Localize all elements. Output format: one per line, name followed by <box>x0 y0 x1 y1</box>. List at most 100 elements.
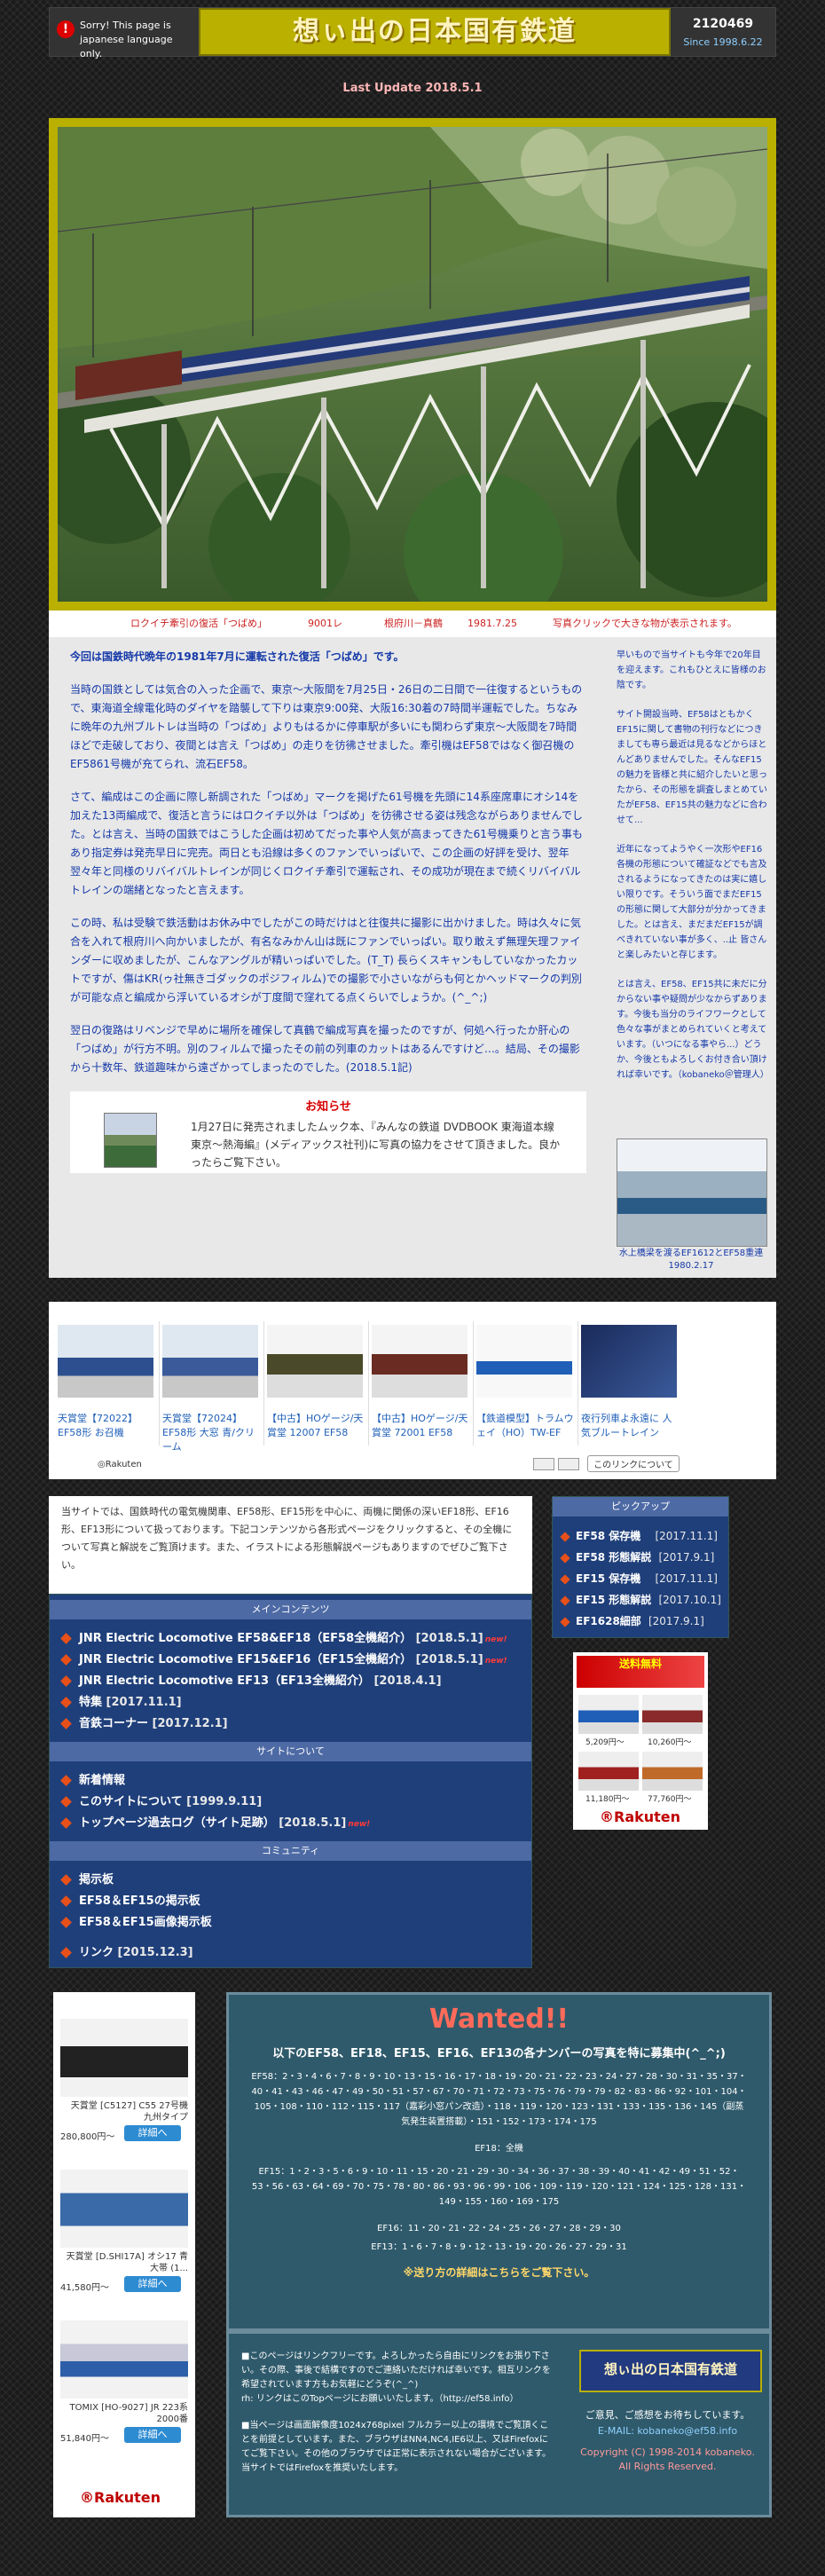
menu-item-about[interactable]: このサイトについて [1999.9.11] <box>60 1793 263 1811</box>
free-shipping-banner: 送料無料 <box>577 1656 704 1688</box>
prev-button[interactable] <box>533 1457 554 1470</box>
product-label: 夜行列車よ永遠に 人気ブルートレイン <box>581 1413 672 1438</box>
pickup-date: [2017.9.1] <box>648 1615 704 1627</box>
menu-item-sound[interactable]: 音鉄コーナー [2017.12.1] <box>60 1715 228 1733</box>
diamond-icon <box>60 1947 72 1958</box>
product-label: 【中古】HOゲージ/天賞堂 12007 EF58 <box>267 1413 364 1438</box>
side-paragraph: 近年になってようやく一次形やEF16各機の形態について確証などでも言及されるよう… <box>617 845 767 960</box>
diamond-icon <box>560 1573 570 1585</box>
pickup-item[interactable]: EF58 保存機 [2017.11.1] <box>560 1527 718 1545</box>
next-button[interactable] <box>558 1457 579 1470</box>
details-button[interactable]: 詳細へ <box>124 2125 181 2141</box>
link-url-text: rh: リンクはこのTopページにお願いいたします。（http://ef58.i… <box>241 2394 519 2404</box>
caption-place: 根府川－真鶴 <box>384 618 443 629</box>
ad-product-image <box>642 1695 703 1734</box>
product-item[interactable]: 天賞堂【72022】EF58形 お召機 <box>54 1321 160 1446</box>
menu-item-date: [2017.11.1] <box>106 1696 182 1709</box>
product-item[interactable]: 【鉄道模型】トラムウェイ（HO）TW-EF <box>473 1321 578 1446</box>
main-photo[interactable] <box>58 127 767 602</box>
pickup-item[interactable]: EF1628細部 [2017.9.1] <box>560 1612 704 1630</box>
diamond-icon <box>60 1775 72 1786</box>
menu-item-label: EF58＆EF15の掲示板 <box>79 1895 200 1908</box>
wanted-send-info-link[interactable]: ※送り方の詳細はこちらをご覧下さい。 <box>229 2265 769 2280</box>
diamond-icon <box>60 1796 72 1808</box>
ad-price: 41,580円～ <box>60 2283 109 2293</box>
footer-logo[interactable]: 想ぃ出の日本国有鉄道 <box>579 2350 762 2392</box>
pickup-label: EF15 形態解説 <box>576 1594 652 1606</box>
community-heading: コミュニティ <box>50 1841 531 1861</box>
pickup-item[interactable]: EF58 形態解説 [2017.9.1] <box>560 1548 714 1566</box>
menu-item-bbs[interactable]: 掲示板 <box>60 1871 114 1889</box>
details-button[interactable]: 詳細へ <box>124 2276 181 2292</box>
link-free-note: ■このページはリンクフリーです。よろしかったら自由にリンクをお張り下さい。その際… <box>241 2350 554 2407</box>
side-message-panel: 早いもので当サイトも今年で20年目を迎えます。これもひとえに皆様のお陰です。 サ… <box>608 637 776 1278</box>
pickup-item[interactable]: EF15 保存機 [2017.11.1] <box>560 1570 718 1587</box>
menu-item-ef15[interactable]: JNR Electric Locomotive EF15&EF16（EF15全機… <box>60 1651 507 1670</box>
product-image <box>476 1325 572 1398</box>
rights: All Rights Reserved. <box>618 2461 717 2472</box>
rakuten-ad-left[interactable]: 天賞堂 [C5127] C55 27号機 九州タイプ 280,800円～ 詳細へ… <box>53 1992 195 2517</box>
article-paragraph: 翌日の復路はリベンジで早めに場所を確保して真鶴で編成写真を撮ったのですが、何処へ… <box>70 1024 580 1074</box>
pickup-item[interactable]: EF15 形態解説 [2017.10.1] <box>560 1591 721 1609</box>
menu-item-ef58-bbs[interactable]: EF58＆EF15の掲示板 <box>60 1893 200 1910</box>
menu-item-links[interactable]: リンク [2015.12.3] <box>60 1944 193 1962</box>
menu-item-image-bbs[interactable]: EF58＆EF15画像掲示板 <box>60 1914 212 1932</box>
rakuten-logo: ®Rakuten <box>600 1808 681 1825</box>
menu-item-date: [2018.4.1] <box>373 1674 442 1688</box>
since-date: Since 1998.6.22 <box>683 36 763 48</box>
book-thumbnail[interactable] <box>104 1113 157 1168</box>
photo-caption: ロクイチ牽引の復活「つばめ」 9001レ 根府川－真鶴 1981.7.25 写真… <box>49 611 776 637</box>
pickup-date: [2017.11.1] <box>655 1530 718 1542</box>
ad-item[interactable]: 天賞堂 [C5127] C55 27号機 九州タイプ 280,800円～ 詳細へ <box>60 2019 188 2142</box>
details-button[interactable]: 詳細へ <box>124 2427 181 2443</box>
product-item[interactable]: 【中古】HOゲージ/天賞堂 72001 EF58 <box>368 1321 474 1446</box>
ad-product-image <box>60 2320 188 2399</box>
wanted-ef58-list: EF58：2・3・4・6・7・8・9・10・13・15・16・17・18・19・… <box>251 2072 747 2127</box>
menu-item-ef13[interactable]: JNR Electric Locomotive EF13（EF13全機紹介） [… <box>60 1673 442 1690</box>
side-photo-caption: 水上橋梁を渡るEF1612とEF58重連 1980.2.17 <box>618 1249 764 1271</box>
about-link-button[interactable]: このリンクについて <box>587 1455 680 1472</box>
ad-item[interactable]: 天賞堂 [D.SHI17A] オシ17 青大帯 (1... 41,580円～ 詳… <box>60 2170 188 2293</box>
product-label: 【鉄道模型】トラムウェイ（HO）TW-EF <box>476 1413 574 1438</box>
menu-item-label: このサイトについて <box>79 1795 183 1808</box>
diamond-icon <box>60 1633 72 1644</box>
news-heading: お知らせ <box>305 1100 351 1114</box>
email-link[interactable]: E-MAIL: kobaneko@ef58.info <box>563 2424 772 2438</box>
product-item[interactable]: 天賞堂【72024】EF58形 大窓 青/クリーム <box>159 1321 264 1453</box>
menu-item-special[interactable]: 特集 [2017.11.1] <box>60 1694 182 1712</box>
new-badge: new! <box>484 1635 507 1644</box>
diamond-icon <box>60 1817 72 1829</box>
menu-item-date: [2018.5.1] <box>279 1816 347 1830</box>
diamond-icon <box>560 1531 570 1542</box>
rakuten-ad-right[interactable]: 送料無料 5,209円～ 10,260円～ 11,180円～ 77,760円～ … <box>573 1652 708 1830</box>
caption-train: ロクイチ牽引の復活「つばめ」 <box>130 618 267 629</box>
wanted-box: Wanted!! 以下のEF58、EF18、EF15、EF16、EF13の各ナン… <box>226 1992 772 2331</box>
footer-contact: 想ぃ出の日本国有鉄道 ご意見、ご感想をお待ちしています。 E-MAIL: kob… <box>563 2331 772 2517</box>
counter-value: 2120469 <box>692 17 754 31</box>
access-counter: 2120469 Since 1998.6.22 <box>671 8 775 56</box>
news-text: 1月27日に発売されましたムック本、『みんなの鉄道 DVDBOOK 東海道本線 … <box>191 1121 561 1169</box>
menu-item-date: [1999.9.11] <box>186 1795 263 1808</box>
rakuten-logo[interactable]: ◎Rakuten <box>98 1460 142 1469</box>
language-notice: ! Sorry! This page is japanese language … <box>50 8 199 59</box>
menu-item-whats-new[interactable]: 新着情報 <box>60 1772 125 1790</box>
menu-item-date: [2018.5.1] <box>415 1653 483 1666</box>
ad-item[interactable]: TOMIX [HO-9027] JR 223系2000番 51,840円～ 詳細… <box>60 2320 188 2444</box>
menu-item-ef58[interactable]: JNR Electric Locomotive EF58&EF18（EF58全機… <box>60 1630 507 1649</box>
pickup-label: EF15 保存機 <box>576 1572 641 1585</box>
diamond-icon <box>60 1718 72 1729</box>
diamond-icon <box>60 1917 72 1928</box>
diamond-icon <box>60 1654 72 1666</box>
link-free-text: ■このページはリンクフリーです。よろしかったら自由にリンクをお張り下さい。その際… <box>241 2351 551 2390</box>
product-item[interactable]: 【中古】HOゲージ/天賞堂 12007 EF58 <box>263 1321 369 1446</box>
product-label: 天賞堂【72022】EF58形 お召機 <box>58 1413 138 1438</box>
side-photo[interactable] <box>617 1138 767 1247</box>
rakuten-logo: ®Rakuten <box>80 2489 161 2506</box>
wanted-ef16-list: EF16：11・20・21・22・24・25・26・27・28・29・30 <box>377 2224 621 2233</box>
diamond-icon <box>560 1552 570 1564</box>
site-title[interactable]: 想ぃ出の日本国有鉄道 <box>199 8 671 56</box>
article-paragraph: この時、私は受験で鉄活動はお休み中でしたがこの時だけはと往復共に撮影に出かけまし… <box>70 917 582 1004</box>
menu-item-archive[interactable]: トップページ過去ログ（サイト足跡） [2018.5.1] new! <box>60 1815 370 1833</box>
ad-price: 77,760円～ <box>648 1795 692 1804</box>
product-item[interactable]: 夜行列車よ永遠に 人気ブルートレイン <box>578 1321 682 1446</box>
